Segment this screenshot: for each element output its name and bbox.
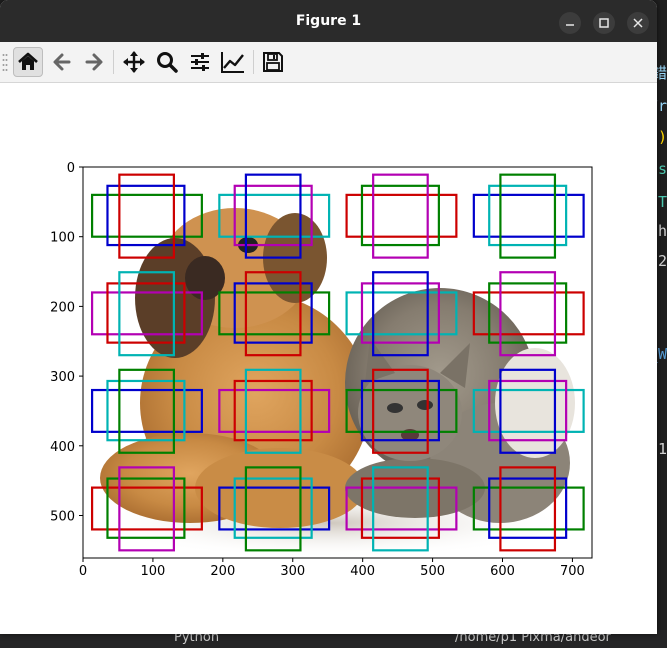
y-axis-ticks: 0 100 200 300 400 500 [50, 161, 83, 524]
x-tick-label: 300 [280, 564, 305, 579]
maximize-icon [599, 18, 609, 28]
x-axis-ticks: 0 100 200 300 400 500 600 700 [79, 558, 585, 579]
x-tick-label: 0 [79, 564, 87, 579]
navigation-toolbar [0, 42, 657, 83]
zoom-button[interactable] [152, 47, 182, 77]
floppy-disk-icon [263, 52, 283, 72]
y-tick-label: 0 [67, 161, 75, 176]
background-code-fragment: ) [657, 128, 667, 146]
line-chart-icon [221, 52, 244, 73]
x-tick-label: 500 [420, 564, 445, 579]
y-tick-label: 500 [50, 509, 75, 524]
plot-svg: 0 100 200 300 400 500 600 700 0 100 200 300 400 500 [50, 161, 593, 579]
photo-image [83, 167, 592, 558]
arrow-left-icon [53, 53, 71, 71]
move-icon [123, 51, 145, 73]
zoom-icon [157, 52, 178, 73]
figure-window: Figure 1 0 100 200 300 400 500 600 700 0… [0, 0, 657, 634]
minimize-button[interactable] [559, 12, 581, 34]
y-tick-label: 100 [50, 231, 75, 246]
background-code-fragment: 1 [657, 440, 667, 458]
toolbar-separator [253, 50, 254, 74]
window-titlebar[interactable]: Figure 1 [0, 0, 657, 42]
x-tick-label: 200 [210, 564, 235, 579]
figure-canvas[interactable]: 0 100 200 300 400 500 600 700 0 100 200 300 400 500 [0, 83, 657, 634]
x-tick-label: 400 [350, 564, 375, 579]
toolbar-separator [113, 50, 114, 74]
maximize-button[interactable] [593, 12, 615, 34]
back-button[interactable] [47, 47, 77, 77]
forward-button[interactable] [79, 47, 109, 77]
close-icon [633, 18, 643, 28]
arrow-right-icon [85, 53, 103, 71]
close-button[interactable] [627, 12, 649, 34]
home-button[interactable] [13, 47, 43, 77]
x-tick-label: 100 [141, 564, 166, 579]
sliders-icon [191, 53, 209, 71]
minimize-icon [566, 24, 574, 26]
home-icon [18, 52, 38, 70]
x-tick-label: 700 [560, 564, 585, 579]
x-tick-label: 600 [490, 564, 515, 579]
pan-button[interactable] [119, 47, 149, 77]
edit-axis-button[interactable] [218, 47, 248, 77]
toolbar-grip-icon [2, 54, 8, 71]
y-tick-label: 400 [50, 440, 75, 455]
y-tick-label: 300 [50, 370, 75, 385]
configure-subplots-button[interactable] [185, 47, 215, 77]
save-button[interactable] [258, 47, 288, 77]
y-tick-label: 200 [50, 300, 75, 315]
